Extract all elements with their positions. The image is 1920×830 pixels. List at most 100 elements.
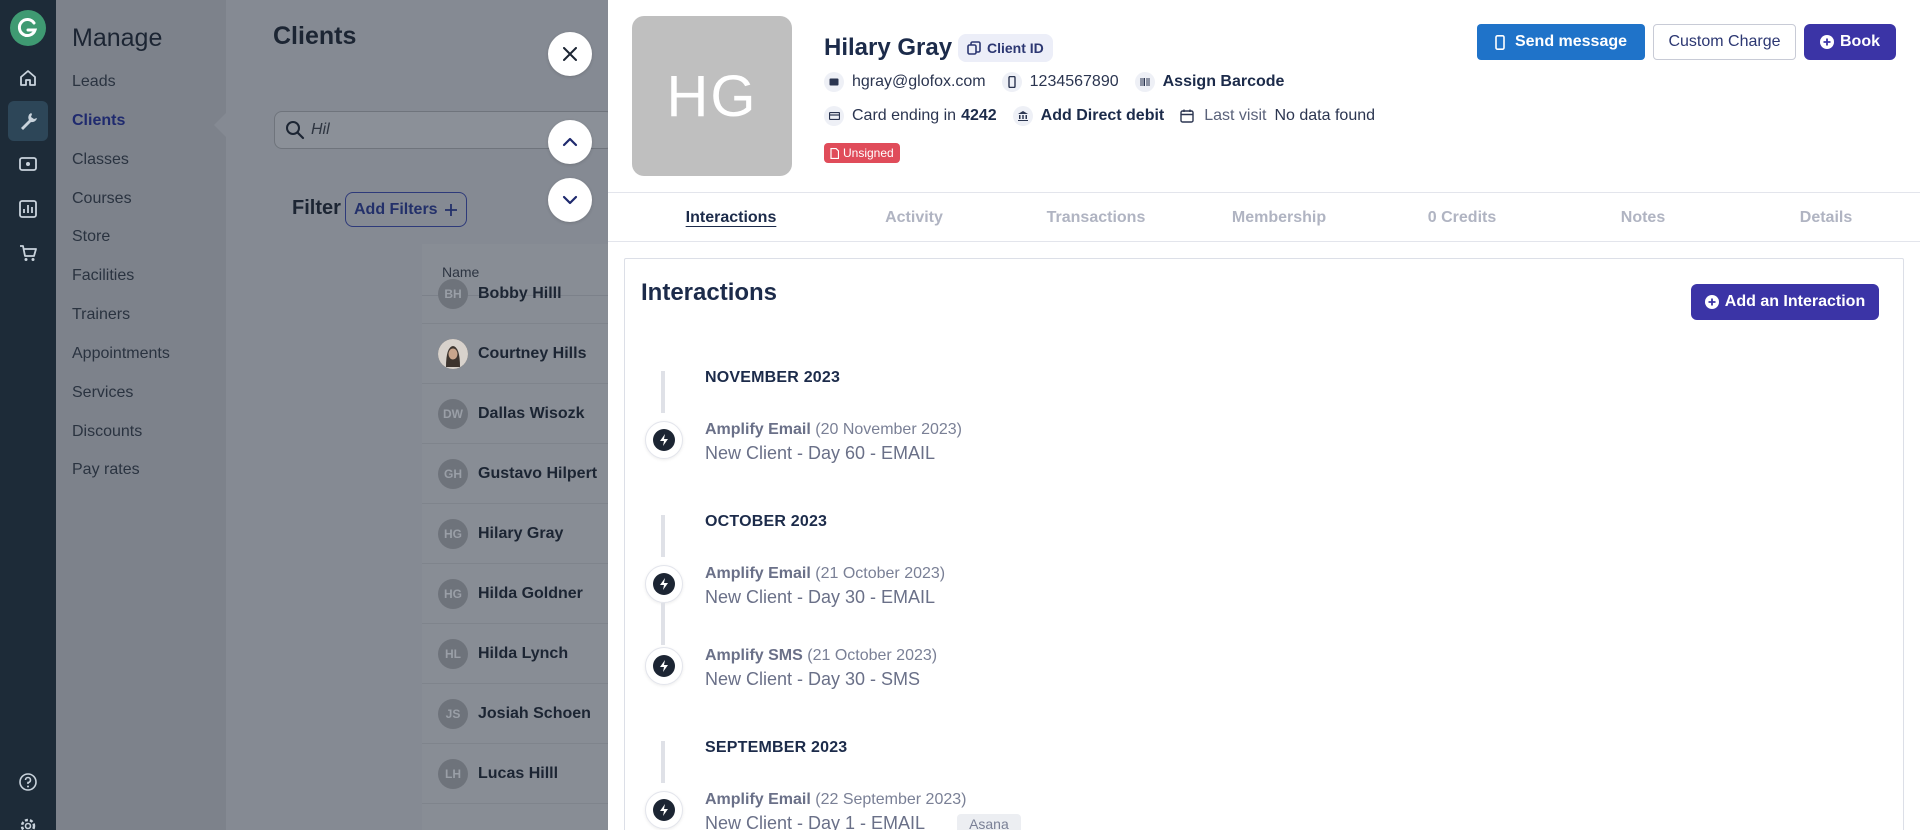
menu-item-clients[interactable]: Clients	[72, 112, 125, 130]
bank-icon	[1012, 106, 1033, 126]
filter-label: Filter	[292, 197, 341, 219]
client-name: Hilda Lynch	[478, 644, 569, 662]
wrench-icon[interactable]	[8, 101, 48, 141]
phone-icon	[1001, 72, 1022, 92]
interactions-card: Interactions Add an Interaction NOVEMBER…	[624, 258, 1904, 830]
tab-interactions[interactable]: Interactions	[651, 193, 811, 243]
client-name: Lucas Hilll	[478, 764, 559, 782]
icon-rail	[0, 0, 56, 830]
bolt-icon	[660, 578, 668, 590]
menu-item-appointments[interactable]: Appointments	[72, 345, 170, 363]
month-heading: NOVEMBER 2023	[705, 369, 841, 386]
avatar: HG	[438, 518, 468, 549]
tab-credits[interactable]: 0 Credits	[1382, 193, 1542, 243]
send-message-label: Send message	[1514, 33, 1628, 50]
avatar	[438, 338, 468, 369]
interaction-entry[interactable]: Amplify Email (20 November 2023) New Cli…	[705, 421, 962, 464]
timeline-line	[661, 741, 665, 783]
interaction-entry[interactable]: Amplify SMS (21 October 2023) New Client…	[705, 647, 937, 690]
home-icon[interactable]	[14, 64, 42, 92]
table-row[interactable]: Courtney Hills	[422, 324, 608, 384]
avatar: HL	[438, 638, 468, 669]
interaction-type: Amplify Email	[705, 421, 811, 438]
next-client-button[interactable]	[548, 178, 592, 222]
manage-menu: Manage Leads Clients Classes Courses Sto…	[56, 0, 226, 830]
message-icon[interactable]	[14, 151, 42, 179]
close-button[interactable]	[548, 32, 592, 76]
interaction-date: (21 October 2023)	[807, 647, 938, 664]
clients-table: Name BH Bobby Hilll Courtney Hills DW Da…	[422, 244, 608, 830]
interaction-entry[interactable]: Amplify Email (22 September 2023) New Cl…	[705, 791, 1021, 830]
glofox-logo[interactable]	[10, 10, 46, 46]
book-button[interactable]: Book	[1804, 24, 1896, 60]
card-icon	[824, 106, 844, 126]
client-id-button[interactable]: Client ID	[958, 34, 1053, 62]
interaction-date: (20 November 2023)	[815, 421, 963, 438]
card-item: Card ending in 4242	[824, 106, 997, 126]
chart-icon[interactable]	[14, 195, 42, 223]
add-filters-button[interactable]: Add Filters	[345, 192, 467, 227]
last-visit-value: No data found	[1274, 107, 1376, 124]
add-direct-debit-button[interactable]: Add Direct debit	[1012, 106, 1165, 126]
card-prefix: Card ending in	[852, 107, 957, 124]
table-row[interactable]: DW Dallas Wisozk	[422, 384, 608, 444]
unsigned-badge[interactable]: Unsigned	[824, 143, 900, 163]
email-icon	[824, 72, 844, 92]
billing-line: Card ending in 4242 Add Direct debit Las…	[824, 106, 1391, 126]
menu-item-trainers[interactable]: Trainers	[72, 306, 130, 324]
table-row[interactable]: JS Josiah Schoen	[422, 684, 608, 744]
previous-client-button[interactable]	[548, 120, 592, 164]
phone-icon	[1495, 34, 1505, 50]
add-filters-label: Add Filters	[354, 200, 438, 218]
menu-item-classes[interactable]: Classes	[72, 151, 129, 169]
chevron-up-icon	[562, 137, 578, 147]
add-direct-debit-label: Add Direct debit	[1040, 107, 1165, 124]
interaction-date: (22 September 2023)	[815, 791, 967, 808]
menu-item-facilities[interactable]: Facilities	[72, 267, 134, 285]
menu-item-courses[interactable]: Courses	[72, 190, 132, 208]
close-icon	[563, 47, 577, 61]
send-message-button[interactable]: Send message	[1477, 24, 1645, 60]
table-row[interactable]: GH Gustavo Hilpert	[422, 444, 608, 504]
help-icon[interactable]	[14, 768, 42, 796]
menu-item-store[interactable]: Store	[72, 228, 110, 246]
barcode-icon	[1134, 72, 1155, 92]
menu-item-discounts[interactable]: Discounts	[72, 423, 142, 441]
add-interaction-button[interactable]: Add an Interaction	[1691, 284, 1879, 320]
client-name: Bobby Hilll	[478, 284, 562, 302]
bolt-icon	[660, 804, 668, 816]
page-title: Clients	[273, 22, 357, 50]
client-id-label: Client ID	[987, 40, 1044, 56]
client-name: Hilary Gray	[478, 524, 564, 542]
avatar: DW	[438, 398, 468, 429]
cart-icon[interactable]	[14, 239, 42, 267]
timeline-line	[661, 603, 665, 645]
timeline-dot	[645, 647, 683, 685]
interaction-type: Amplify SMS	[705, 647, 803, 664]
table-row[interactable]: LH Lucas Hilll	[422, 744, 608, 804]
table-row[interactable]: BH Bobby Hilll	[422, 264, 608, 324]
interaction-subject: New Client - Day 30 - EMAIL	[705, 587, 936, 607]
add-interaction-label: Add an Interaction	[1724, 293, 1866, 310]
interaction-entry[interactable]: Amplify Email (21 October 2023) New Clie…	[705, 565, 945, 608]
table-row[interactable]: HG Hilda Goldner	[422, 564, 608, 624]
client-name: Hilda Goldner	[478, 584, 583, 602]
tab-activity[interactable]: Activity	[834, 193, 994, 243]
table-row[interactable]: HG Hilary Gray	[422, 504, 608, 564]
plus-circle-icon	[1820, 35, 1834, 49]
custom-charge-button[interactable]: Custom Charge	[1653, 24, 1796, 60]
last-visit-item: Last visit No data found	[1180, 107, 1375, 125]
menu-item-leads[interactable]: Leads	[72, 73, 116, 91]
menu-item-pay-rates[interactable]: Pay rates	[72, 461, 140, 479]
email-item[interactable]: hgray@glofox.com	[824, 72, 986, 92]
phone-item[interactable]: 1234567890	[1001, 72, 1119, 92]
table-row[interactable]: HL Hilda Lynch	[422, 624, 608, 684]
tab-transactions[interactable]: Transactions	[1016, 193, 1176, 243]
settings-icon[interactable]	[14, 812, 42, 830]
tab-details[interactable]: Details	[1746, 193, 1906, 243]
tab-notes[interactable]: Notes	[1563, 193, 1723, 243]
tab-membership[interactable]: Membership	[1199, 193, 1359, 243]
timeline-line	[661, 515, 665, 557]
assign-barcode-button[interactable]: Assign Barcode	[1134, 72, 1284, 92]
menu-item-services[interactable]: Services	[72, 384, 133, 402]
